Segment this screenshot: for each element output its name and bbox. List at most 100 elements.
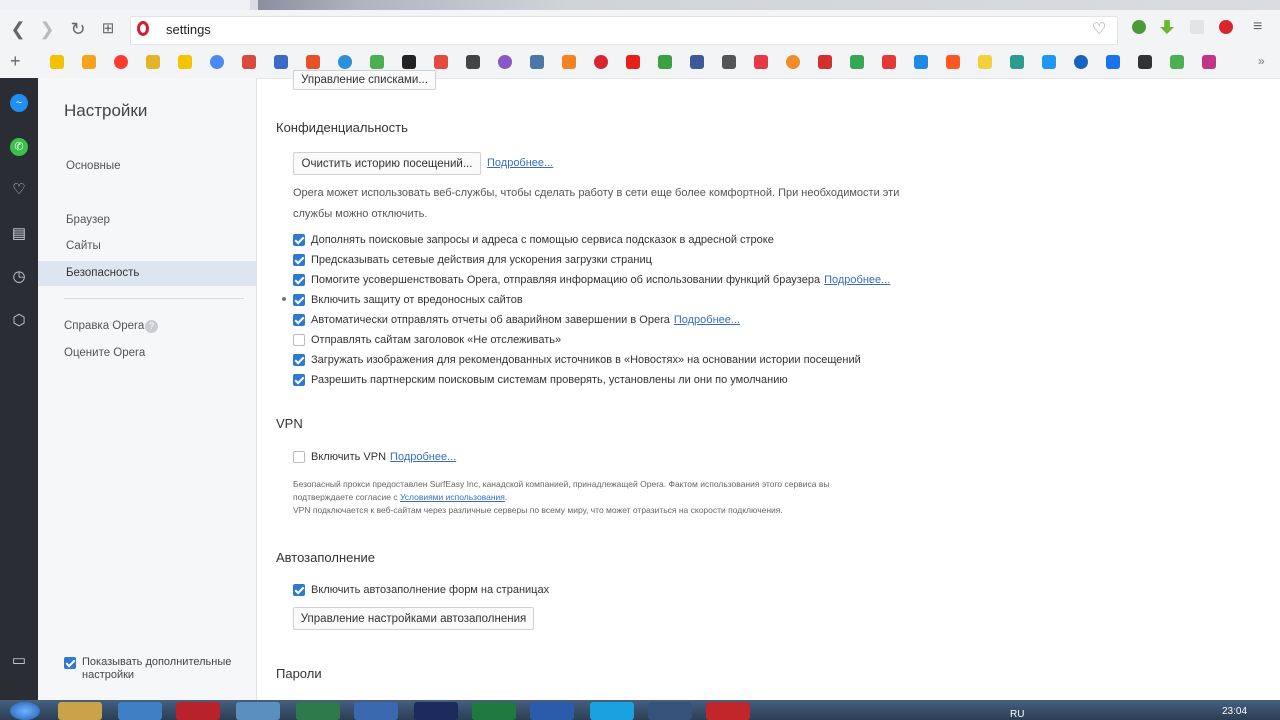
show-advanced-checkbox[interactable] (64, 657, 76, 669)
bookmark-icon[interactable] (594, 55, 608, 69)
extensions-cube-icon[interactable]: ⬡ (10, 312, 28, 330)
checkbox[interactable] (293, 294, 305, 306)
bookmark-icon[interactable] (466, 55, 480, 69)
bookmark-icon[interactable] (434, 55, 448, 69)
clock[interactable]: 23:04 (1222, 706, 1247, 717)
manage-autofill-button[interactable]: Управление настройками автозаполнения (293, 607, 534, 630)
word-taskbar-icon[interactable] (530, 702, 574, 720)
heart-icon[interactable]: ♡ (10, 181, 28, 199)
checkbox[interactable] (293, 234, 305, 246)
skype-taskbar-icon[interactable] (590, 702, 634, 720)
privacy-option-search-suggest[interactable]: Дополнять поисковые запросы и адреса с п… (293, 231, 774, 249)
bookmark-icon[interactable] (562, 55, 576, 69)
photoshop-taskbar-icon[interactable] (414, 702, 458, 720)
bookmark-icon[interactable] (274, 55, 288, 69)
bookmark-icon[interactable] (1042, 55, 1056, 69)
sidebar-toggle-icon[interactable]: ▭ (10, 652, 28, 670)
checkbox[interactable] (293, 584, 305, 596)
bookmark-icon[interactable] (242, 55, 256, 69)
privacy-option-news-images[interactable]: Загружать изображения для рекомендованны… (293, 351, 861, 369)
taskbar-app-icon[interactable] (296, 702, 340, 720)
nav-item-basic[interactable]: Основные (66, 160, 121, 172)
privacy-option-crash-reports[interactable]: Автоматически отправлять отчеты об авари… (293, 311, 740, 329)
privacy-option-partner-search[interactable]: Разрешить партнерским поисковым системам… (293, 371, 788, 389)
bookmark-icon[interactable] (50, 55, 64, 69)
bookmark-icon[interactable] (306, 55, 320, 69)
vpn-enable-option[interactable]: Включить VPN Подробнее... (293, 448, 456, 466)
active-tab[interactable] (0, 0, 250, 10)
bookmark-icon[interactable] (82, 55, 96, 69)
clear-history-button[interactable]: Очистить историю посещений... (293, 152, 481, 175)
checkbox[interactable] (293, 274, 305, 286)
forward-icon[interactable]: ❯ (37, 18, 57, 40)
reload-icon[interactable]: ↻ (68, 18, 88, 40)
excel-taskbar-icon[interactable] (472, 702, 516, 720)
bookmark-icon[interactable] (1138, 55, 1152, 69)
speed-dial-icon[interactable]: ⊞ (98, 18, 118, 40)
bookmark-icon[interactable] (1010, 55, 1024, 69)
bookmark-icon[interactable] (658, 55, 672, 69)
bookmark-icon[interactable] (1170, 55, 1184, 69)
nav-item-rate[interactable]: Оцените Opera (64, 347, 145, 359)
explorer-taskbar-icon[interactable] (58, 702, 102, 720)
bookmark-icon[interactable] (1074, 55, 1088, 69)
address-text[interactable]: settings (166, 22, 211, 37)
bookmark-heart-icon[interactable]: ♡ (1092, 19, 1106, 39)
start-button-icon[interactable] (10, 702, 40, 720)
bookmark-icon[interactable] (338, 55, 352, 69)
nav-item-security[interactable]: Безопасность (66, 267, 139, 279)
back-icon[interactable]: ❮ (8, 18, 28, 40)
privacy-option-do-not-track[interactable]: Отправлять сайтам заголовок «Не отслежив… (293, 331, 561, 349)
bookmark-icon[interactable] (786, 55, 800, 69)
nav-item-browser[interactable]: Браузер (66, 214, 110, 226)
checkbox[interactable] (293, 374, 305, 386)
bookmark-icon[interactable] (754, 55, 768, 69)
bookmark-icon[interactable] (882, 55, 896, 69)
bookmark-icon[interactable] (114, 55, 128, 69)
whatsapp-icon[interactable]: ✆ (10, 138, 28, 156)
bookmark-icon[interactable] (690, 55, 704, 69)
opera-taskbar-icon[interactable] (176, 702, 220, 720)
vpn-more-link[interactable]: Подробнее... (390, 451, 456, 463)
crash-reports-more-link[interactable]: Подробнее... (674, 314, 740, 326)
extension-icon[interactable] (1132, 20, 1146, 34)
nav-item-help[interactable]: Справка Opera (64, 320, 144, 332)
bookmark-icon[interactable] (178, 55, 192, 69)
extension-icon[interactable] (1190, 20, 1204, 34)
bookmark-icon[interactable] (1202, 55, 1216, 69)
taskbar-app-icon[interactable] (118, 702, 162, 720)
bookmark-icon[interactable] (210, 55, 224, 69)
usage-stats-more-link[interactable]: Подробнее... (824, 274, 890, 286)
bookmark-icon[interactable] (370, 55, 384, 69)
autofill-enable-option[interactable]: Включить автозаполнение форм на страница… (293, 581, 549, 599)
checkbox[interactable] (293, 254, 305, 266)
checkbox[interactable] (293, 354, 305, 366)
bookmark-icon[interactable] (626, 55, 640, 69)
nav-item-sites[interactable]: Сайты (66, 240, 101, 252)
privacy-option-malware-protection[interactable]: Включить защиту от вредоносных сайтов (293, 291, 523, 309)
messenger-icon[interactable]: ~ (10, 94, 28, 112)
bookmark-icon[interactable] (946, 55, 960, 69)
news-icon[interactable]: ▤ (10, 225, 28, 243)
adblock-icon[interactable] (1219, 20, 1233, 34)
checkbox[interactable] (293, 451, 305, 463)
bookmark-icon[interactable] (146, 55, 160, 69)
taskbar-app-icon[interactable] (706, 702, 750, 720)
history-icon[interactable]: ◷ (10, 268, 28, 286)
bookmark-icon[interactable] (722, 55, 736, 69)
privacy-option-predict-network[interactable]: Предсказывать сетевые действия для ускор… (293, 251, 652, 269)
language-indicator[interactable]: RU (1010, 709, 1024, 720)
bookmark-icon[interactable] (978, 55, 992, 69)
bookmark-icon[interactable] (914, 55, 928, 69)
privacy-option-usage-stats[interactable]: Помогите усовершенствовать Opera, отправ… (293, 271, 890, 289)
checkbox[interactable] (293, 334, 305, 346)
bookmark-icon[interactable] (530, 55, 544, 69)
menu-icon[interactable]: ≡ (1253, 18, 1262, 36)
bookmark-icon[interactable] (850, 55, 864, 69)
add-bookmark-icon[interactable]: + (10, 51, 21, 72)
checkbox[interactable] (293, 314, 305, 326)
more-bookmarks-icon[interactable]: » (1258, 54, 1265, 68)
taskbar-app-icon[interactable] (648, 702, 692, 720)
terms-of-use-link[interactable]: Условиями использования (400, 492, 505, 502)
address-bar[interactable] (130, 16, 1118, 45)
